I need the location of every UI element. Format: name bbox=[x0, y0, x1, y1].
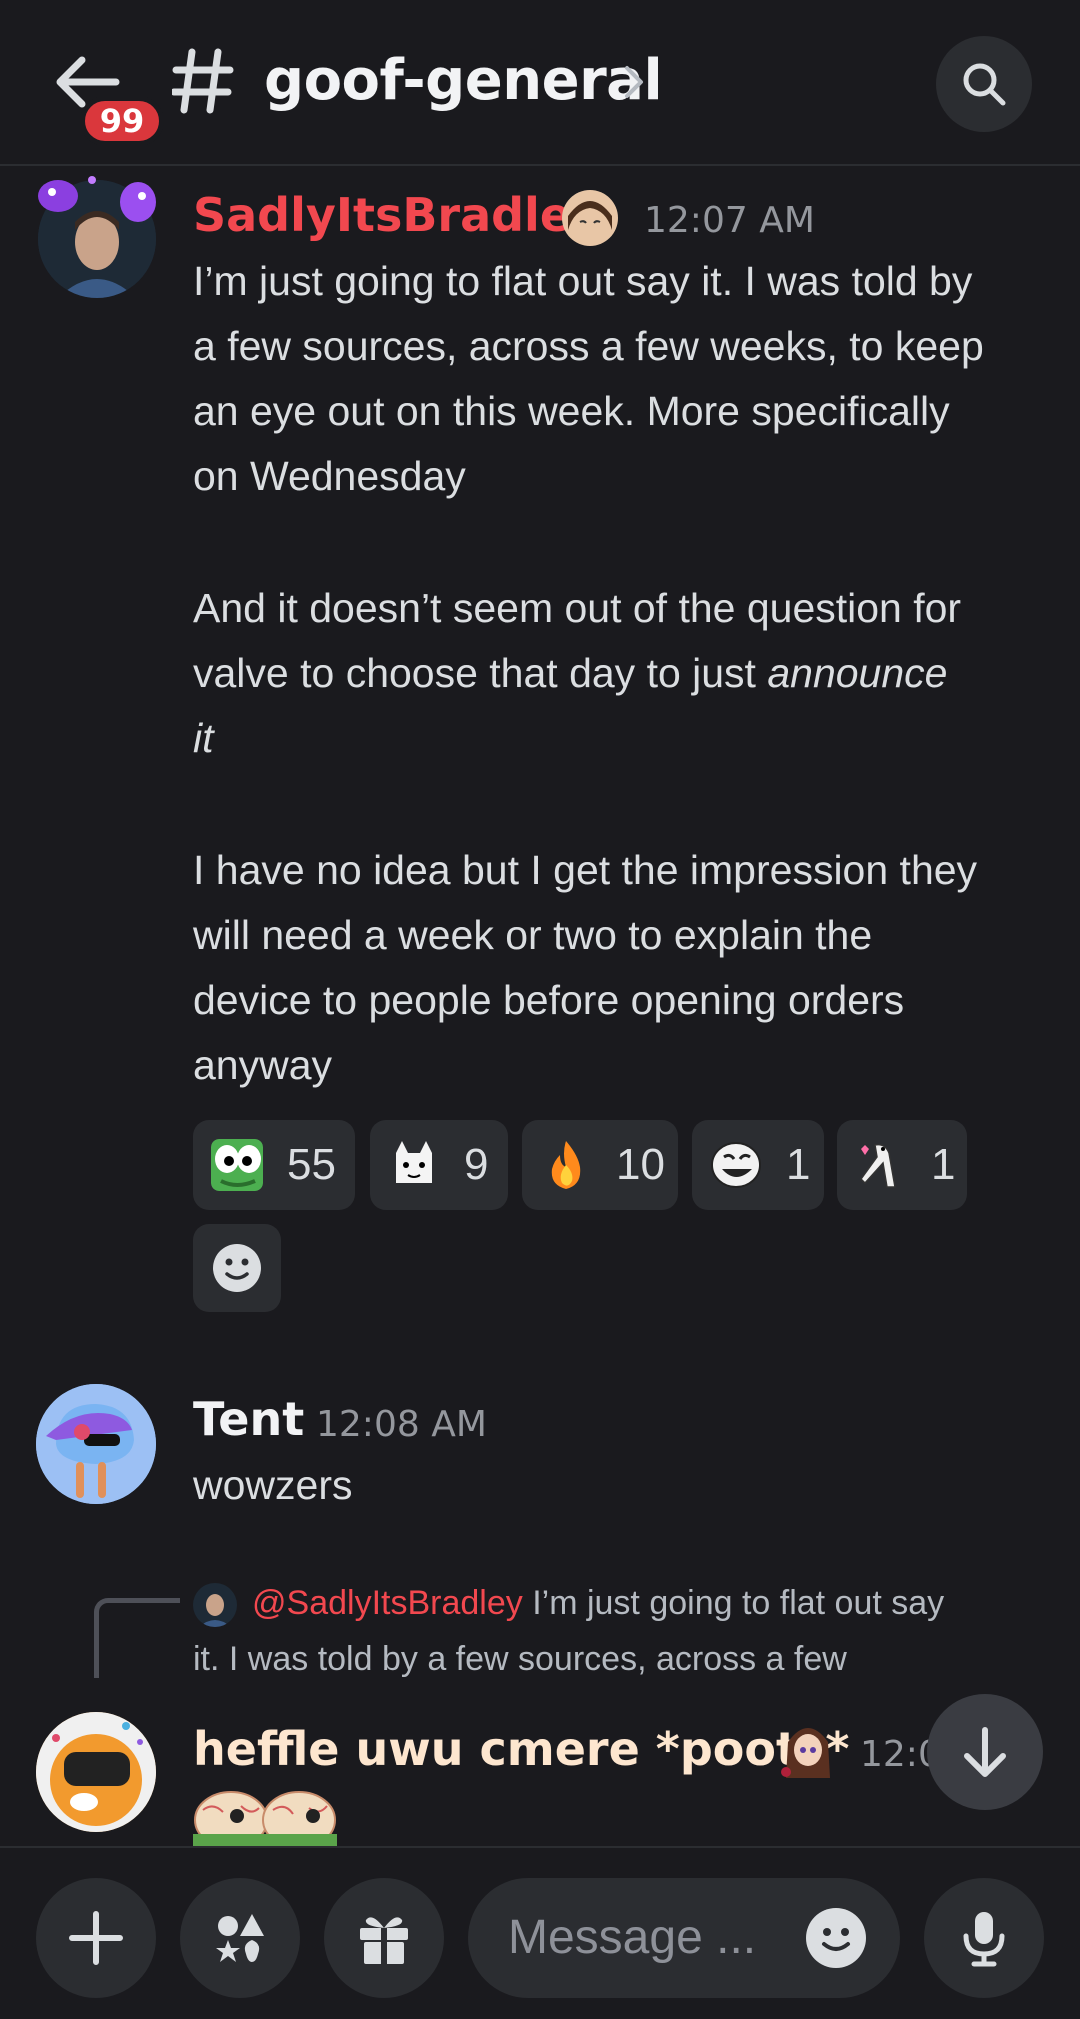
search-icon bbox=[963, 63, 1006, 106]
message-text-line: device to people before opening orders bbox=[193, 977, 905, 1023]
fire-emoji-icon bbox=[551, 1141, 581, 1189]
message-text-line: anyway bbox=[193, 1042, 333, 1088]
message-text-line: will need a week or two to explain the bbox=[193, 912, 873, 958]
reaction-count: 55 bbox=[287, 1140, 336, 1189]
reaction-count: 10 bbox=[616, 1140, 665, 1189]
message-text-line: wowzers bbox=[193, 1462, 353, 1508]
reaction-count: 9 bbox=[464, 1140, 489, 1189]
role-emoji-icon bbox=[562, 190, 618, 246]
message-author[interactable]: heffle uwu cmere *poots* bbox=[193, 1722, 849, 1776]
gift-button[interactable] bbox=[324, 1878, 444, 1998]
reaction-pill[interactable]: 1 bbox=[837, 1120, 967, 1210]
channel-name[interactable]: goof-general bbox=[264, 48, 663, 113]
message-text-line: valve to choose that day to just announc… bbox=[193, 650, 947, 697]
avatar[interactable] bbox=[36, 1712, 156, 1832]
message-timestamp: 12:08 AM bbox=[316, 1404, 487, 1445]
apps-button[interactable] bbox=[180, 1878, 300, 1998]
reply-preview-line[interactable]: @SadlyItsBradley I’m just going to flat … bbox=[252, 1584, 944, 1623]
message-italic-text: it bbox=[193, 715, 214, 761]
message-text-line: I’m just going to flat out say it. I was… bbox=[193, 258, 973, 304]
message-italic-text: announce bbox=[767, 650, 948, 696]
apps-icon bbox=[216, 1914, 264, 1962]
message-text-line: on Wednesday bbox=[193, 453, 466, 499]
reply-connector bbox=[94, 1598, 180, 1678]
reaction-count: 1 bbox=[786, 1140, 811, 1189]
gift-icon bbox=[360, 1917, 408, 1964]
message-author[interactable]: Tent bbox=[193, 1392, 304, 1446]
reaction-pill[interactable]: 1 bbox=[692, 1120, 824, 1210]
plus-icon bbox=[69, 1911, 123, 1965]
reply-preview-line[interactable]: it. I was told by a few sources, across … bbox=[193, 1640, 847, 1679]
arrow-down-icon bbox=[964, 1727, 1006, 1777]
message-text-line: I have no idea but I get the impression … bbox=[193, 847, 978, 893]
reply-mention[interactable]: @SadlyItsBradley bbox=[252, 1584, 523, 1622]
attach-button[interactable] bbox=[36, 1878, 156, 1998]
avatar[interactable] bbox=[36, 1384, 156, 1504]
jump-to-present-button[interactable] bbox=[927, 1694, 1043, 1810]
unread-badge: 99 bbox=[80, 96, 164, 146]
peepo-emoji-icon bbox=[211, 1139, 263, 1191]
message-text-line: it bbox=[193, 715, 214, 762]
reaction-pill[interactable]: 10 bbox=[522, 1120, 678, 1210]
message-text-line: an eye out on this week. More specifical… bbox=[193, 388, 950, 434]
reaction-pill[interactable]: 55 bbox=[193, 1120, 355, 1210]
reaction-pill[interactable]: 9 bbox=[370, 1120, 508, 1210]
message-input-placeholder: Message ... bbox=[508, 1911, 757, 1964]
trollface-emoji-icon bbox=[711, 1142, 761, 1188]
emoji-picker-icon[interactable] bbox=[804, 1906, 868, 1970]
message-text-segment: valve to choose that day to just bbox=[193, 650, 768, 696]
voice-message-button[interactable] bbox=[924, 1878, 1044, 1998]
dog-emoji-icon bbox=[860, 1143, 896, 1188]
message-input[interactable]: Message ... bbox=[468, 1878, 900, 1998]
role-emoji-icon bbox=[778, 1718, 838, 1782]
sticker-image[interactable] bbox=[193, 1786, 337, 1846]
reply-avatar bbox=[193, 1583, 237, 1627]
microphone-icon bbox=[963, 1912, 1005, 1967]
search-button[interactable] bbox=[936, 36, 1032, 132]
hash-icon bbox=[170, 46, 234, 116]
avatar-decoration-icon bbox=[30, 172, 162, 242]
chevron-right-icon[interactable] bbox=[622, 62, 646, 102]
message-author[interactable]: SadlyItsBradley bbox=[193, 188, 601, 242]
channel-header: 99 goof-general bbox=[0, 0, 1080, 166]
reply-preview-text: I’m just going to flat out say bbox=[522, 1584, 945, 1622]
cat-emoji-icon bbox=[396, 1141, 432, 1183]
reaction-count: 1 bbox=[931, 1140, 956, 1189]
add-reaction-button[interactable] bbox=[193, 1224, 281, 1312]
smiley-icon bbox=[213, 1244, 261, 1292]
message-composer: Message ... bbox=[0, 1846, 1080, 2019]
message-timestamp: 12:07 AM bbox=[644, 200, 815, 241]
message-text-line: And it doesn’t seem out of the question … bbox=[193, 585, 962, 631]
message-text-line: a few sources, across a few weeks, to ke… bbox=[193, 323, 984, 369]
